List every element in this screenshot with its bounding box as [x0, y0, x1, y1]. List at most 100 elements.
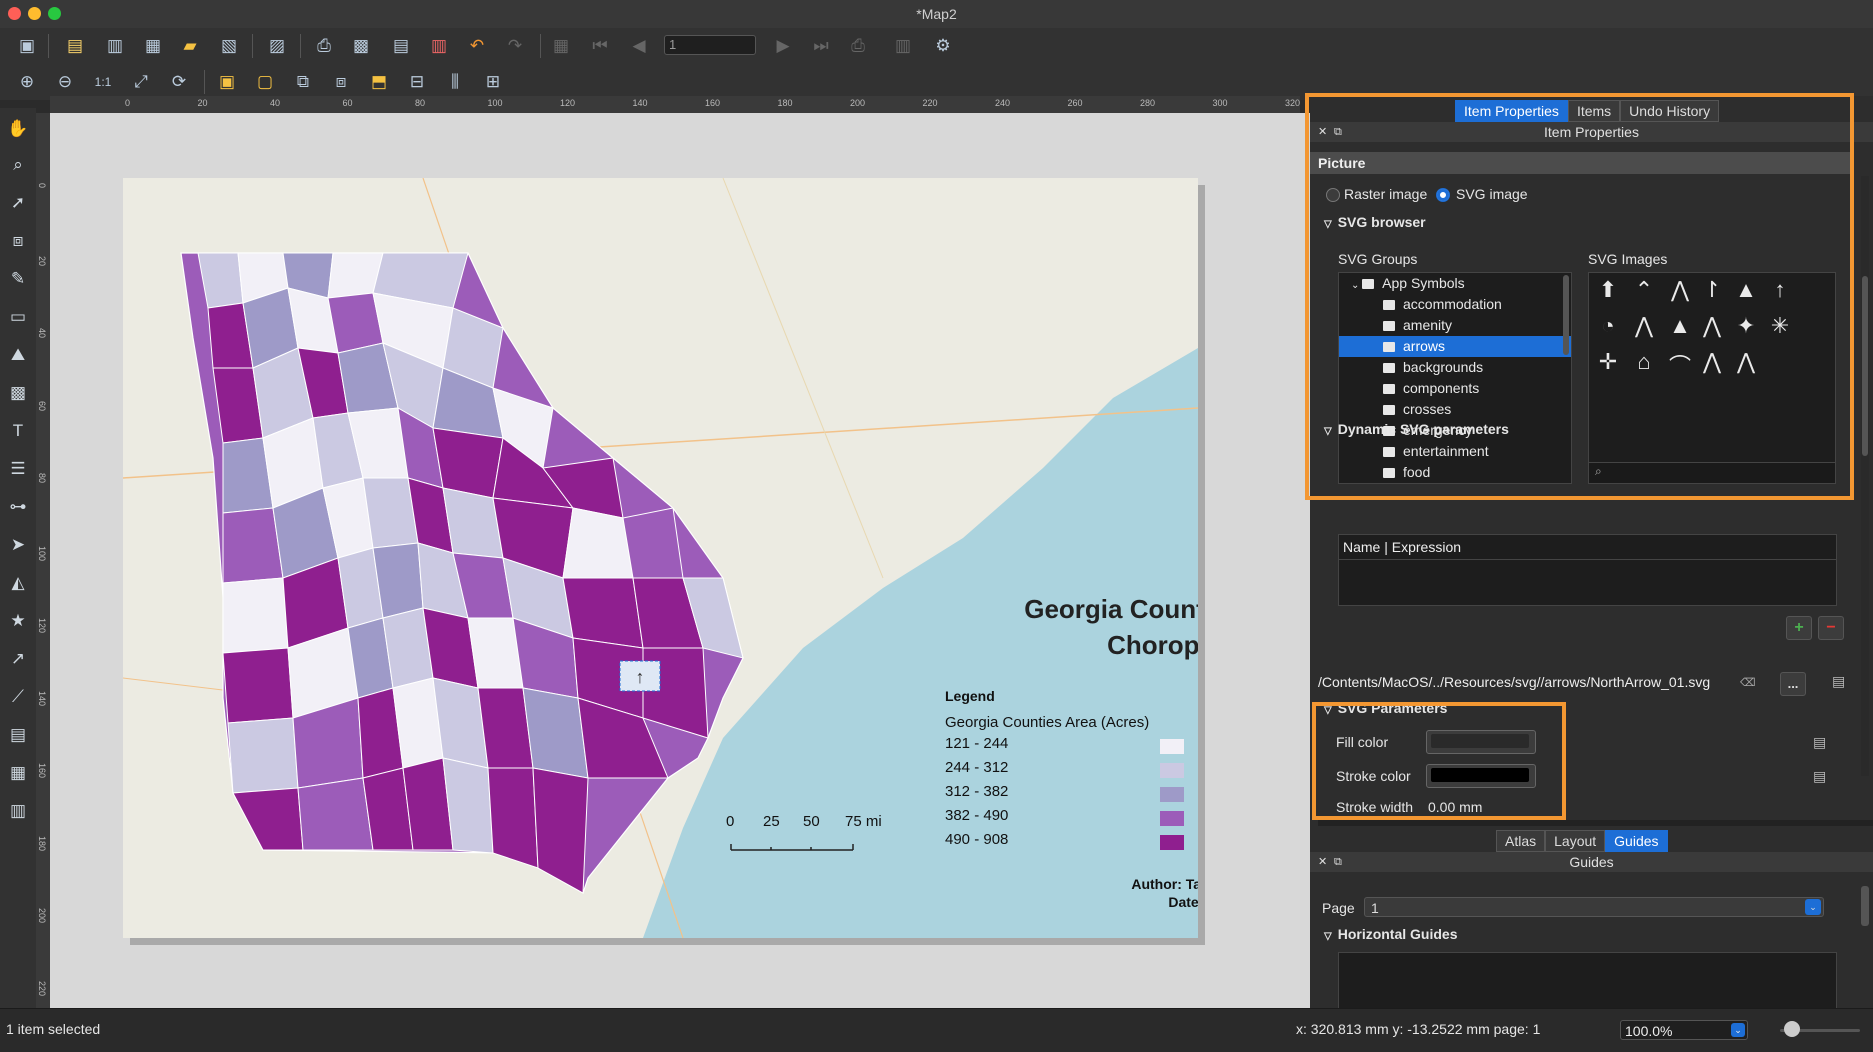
add-attribute-table-icon[interactable]: ▦ — [5, 760, 31, 786]
panel-vertical-scrollbar[interactable] — [1861, 176, 1869, 776]
redo-icon[interactable]: ↷ — [502, 33, 528, 59]
raise-items-icon[interactable]: ⬒ — [366, 69, 392, 95]
pan-icon[interactable]: ✋ — [5, 116, 31, 142]
scale-label-50: 50 — [803, 813, 820, 830]
ungroup-items-icon[interactable]: ⧈ — [328, 69, 354, 95]
select-move-icon[interactable]: ➚ — [5, 190, 31, 216]
legend-subtitle: Georgia Counties Area (Acres) — [945, 714, 1150, 731]
add-polyline-icon[interactable]: ⟋ — [5, 684, 31, 710]
svg-path-field[interactable]: /Contents/MacOS/../Resources/svg//arrows… — [1318, 674, 1718, 690]
ruler-tick-label: 80 — [37, 473, 47, 484]
lock-items-icon[interactable]: ▣ — [214, 69, 240, 95]
map-title[interactable]: Georgia Counties Area Choropleth Map — [843, 591, 1198, 663]
add-arrow-icon[interactable]: ↗ — [5, 646, 31, 672]
atlas-page-select[interactable]: 1 — [664, 35, 756, 55]
zoom-field[interactable]: 100.0% ⌄ — [1620, 1020, 1748, 1040]
first-feature-icon[interactable]: ⏮ — [587, 33, 613, 59]
zoom-in-icon[interactable]: ⊕ — [14, 69, 40, 95]
distribute-items-icon[interactable]: ⫼ — [442, 69, 468, 95]
tab-layout[interactable]: Layout — [1545, 830, 1606, 852]
move-content-icon[interactable]: ⧈ — [5, 228, 31, 254]
ruler-tick-label: 300 — [1212, 98, 1228, 108]
align-items-icon[interactable]: ⊟ — [404, 69, 430, 95]
layout-manager-icon[interactable]: ▦ — [140, 33, 166, 59]
guides-scrollbar[interactable] — [1861, 886, 1869, 926]
ruler-tick-label: 280 — [1140, 98, 1156, 108]
horizontal-guides-table[interactable] — [1338, 952, 1837, 1010]
add-fixed-table-icon[interactable]: ▥ — [5, 798, 31, 824]
tab-guides[interactable]: Guides — [1605, 830, 1668, 852]
add-legend-icon[interactable]: ☰ — [5, 456, 31, 482]
tab-atlas[interactable]: Atlas — [1496, 830, 1546, 852]
dynamic-params-table[interactable]: Name | Expression — [1338, 534, 1837, 606]
add-scalebar-icon[interactable]: ⊶ — [5, 494, 31, 520]
export-atlas-icon[interactable]: ▥ — [890, 33, 916, 59]
horizontal-guides-toggle[interactable]: ▽ Horizontal Guides — [1324, 926, 1458, 942]
zoom-out-icon[interactable]: ⊖ — [52, 69, 78, 95]
panel-horizontal-scrollbar[interactable] — [1318, 820, 1873, 826]
ruler-tick-label: 320 — [1285, 98, 1301, 108]
add-marker-icon[interactable]: ★ — [5, 608, 31, 634]
ruler-tick-label: 20 — [37, 255, 47, 266]
clear-path-icon[interactable]: ⌫ — [1740, 676, 1756, 689]
browse-button[interactable]: ... — [1780, 672, 1806, 696]
new-layout-icon[interactable]: ▤ — [62, 33, 88, 59]
fill-data-defined-icon[interactable]: ▤ — [1813, 734, 1826, 751]
ruler-tick-label: 120 — [37, 618, 47, 634]
guides-title: Guides — [1569, 854, 1614, 870]
legend-swatch — [1160, 787, 1184, 802]
group-items-icon[interactable]: ⧉ — [290, 69, 316, 95]
horizontal-guides-label: Horizontal Guides — [1337, 926, 1458, 942]
zoom-slider-handle[interactable] — [1784, 1021, 1800, 1037]
edit-nodes-icon[interactable]: ✎ — [5, 266, 31, 292]
print-icon[interactable]: ⎙ — [311, 33, 337, 59]
ruler-tick-label: 140 — [632, 98, 648, 108]
add-param-button[interactable]: + — [1786, 616, 1812, 640]
duplicate-layout-icon[interactable]: ▥ — [102, 33, 128, 59]
zoom-tool-icon[interactable]: ⌕ — [5, 152, 31, 178]
ruler-tick-label: 140 — [37, 690, 47, 706]
ruler-tick-label: 0 — [37, 183, 47, 189]
scale-bar[interactable]: 0 25 50 75 mi — [723, 813, 923, 873]
save-icon[interactable]: ▣ — [14, 33, 40, 59]
add-3d-map-icon[interactable]: ⛰ — [5, 342, 31, 368]
stroke-data-defined-icon[interactable]: ▤ — [1813, 768, 1826, 785]
add-shape-icon[interactable]: ◭ — [5, 570, 31, 596]
export-svg-icon[interactable]: ▤ — [388, 33, 414, 59]
page-setup-icon[interactable]: ▨ — [264, 33, 290, 59]
credits[interactable]: Author: Tara Liu & Yiyi He Date: Jan 28t… — [953, 875, 1198, 911]
add-html-icon[interactable]: ▤ — [5, 722, 31, 748]
print-atlas-icon[interactable]: ⎙ — [845, 33, 871, 59]
remove-param-button[interactable]: − — [1818, 616, 1844, 640]
resize-items-icon[interactable]: ⊞ — [480, 69, 506, 95]
refresh-icon[interactable]: ⟳ — [166, 69, 192, 95]
unlock-items-icon[interactable]: ▢ — [252, 69, 278, 95]
undo-icon[interactable]: ↶ — [464, 33, 490, 59]
open-template-icon[interactable]: ▰ — [177, 33, 203, 59]
add-picture-icon[interactable]: ▩ — [5, 380, 31, 406]
float-panel-icon[interactable]: ⧉ — [1334, 852, 1342, 872]
atlas-settings-icon[interactable]: ⚙ — [930, 33, 956, 59]
close-panel-icon[interactable]: ✕ — [1318, 852, 1327, 872]
zoom-full-icon[interactable]: ⤢ — [128, 69, 154, 95]
ruler-tick-label: 60 — [342, 98, 353, 108]
ruler-tick-label: 120 — [560, 98, 576, 108]
guides-page-select[interactable]: 1 ⌄ — [1364, 897, 1824, 917]
data-defined-icon[interactable]: ▤ — [1832, 673, 1845, 690]
ruler-tick-label: 0 — [125, 98, 131, 108]
previous-feature-icon[interactable]: ◀ — [626, 33, 652, 59]
title-bar: *Map2 — [0, 0, 1873, 29]
add-label-icon[interactable]: T — [5, 418, 31, 444]
zoom-actual-icon[interactable]: 1:1 — [90, 69, 116, 95]
atlas-preview-icon[interactable]: ▦ — [548, 33, 574, 59]
date-text: Date: Jan 28th, 2025 — [1168, 894, 1198, 910]
save-template-icon[interactable]: ▧ — [216, 33, 242, 59]
legend[interactable]: Legend Georgia Counties Area (Acres) 121… — [945, 688, 1198, 855]
last-feature-icon[interactable]: ⏭ — [808, 33, 834, 59]
export-pdf-icon[interactable]: ▥ — [426, 33, 452, 59]
add-north-arrow-icon[interactable]: ➤ — [5, 532, 31, 558]
export-image-icon[interactable]: ▩ — [348, 33, 374, 59]
add-map-icon[interactable]: ▭ — [5, 304, 31, 330]
ruler-tick-label: 100 — [37, 545, 47, 561]
next-feature-icon[interactable]: ▶ — [770, 33, 796, 59]
